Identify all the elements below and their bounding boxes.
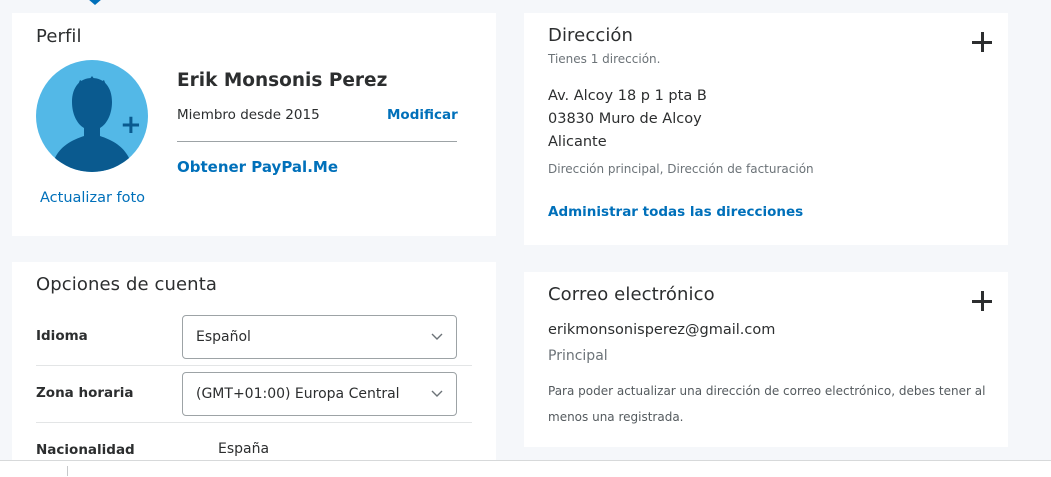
active-tab-caret <box>88 0 102 5</box>
timezone-value: (GMT+01:00) Europa Central <box>196 386 400 402</box>
manage-addresses-link[interactable]: Administrar todas las direcciones <box>548 204 803 220</box>
chevron-down-icon <box>431 333 443 340</box>
language-select[interactable]: Español <box>182 315 457 359</box>
member-since: Miembro desde 2015 <box>177 107 320 123</box>
account-options-title: Opciones de cuenta <box>36 274 217 295</box>
timezone-select[interactable]: (GMT+01:00) Europa Central <box>182 372 457 416</box>
address-tags: Dirección principal, Dirección de factur… <box>548 162 814 176</box>
nationality-value: España <box>218 441 270 457</box>
chevron-down-icon <box>431 390 443 397</box>
address-title: Dirección <box>548 25 634 46</box>
avatar[interactable]: + <box>36 60 148 172</box>
address-count: Tienes 1 dirección. <box>548 52 661 66</box>
timezone-label: Zona horaria <box>36 385 134 401</box>
footer-bar <box>0 460 1051 477</box>
email-card: Correo electrónico erikmonsonisperez@gma… <box>524 272 1008 447</box>
update-photo-link[interactable]: Actualizar foto <box>40 190 145 206</box>
profile-title: Perfil <box>36 26 82 47</box>
profile-name: Erik Monsonis Perez <box>177 70 388 91</box>
email-title: Correo electrónico <box>548 284 715 305</box>
add-email-icon[interactable] <box>972 291 992 311</box>
modify-name-link[interactable]: Modificar <box>387 107 458 123</box>
address-line: Av. Alcoy 18 p 1 pta B <box>548 88 707 104</box>
profile-card: Perfil + Actualizar foto Erik Monsonis P… <box>12 13 496 236</box>
address-line: Alicante <box>548 134 607 150</box>
language-label: Idioma <box>36 328 88 344</box>
divider <box>177 141 457 142</box>
account-options-card: Opciones de cuenta Idioma Español Zona h… <box>12 262 496 477</box>
email-address: erikmonsonisperez@gmail.com <box>548 322 776 338</box>
add-photo-icon: + <box>120 110 142 140</box>
divider <box>67 466 68 476</box>
divider <box>36 365 472 366</box>
add-address-icon[interactable] <box>972 32 992 52</box>
address-card: Dirección Tienes 1 dirección. Av. Alcoy … <box>524 13 1008 245</box>
language-value: Español <box>196 329 251 345</box>
nationality-label: Nacionalidad <box>36 442 135 458</box>
address-line: 03830 Muro de Alcoy <box>548 111 702 127</box>
get-paypalme-link[interactable]: Obtener PayPal.Me <box>177 158 338 176</box>
email-note: Para poder actualizar una dirección de c… <box>548 384 986 424</box>
email-status: Principal <box>548 348 608 364</box>
divider <box>36 422 472 423</box>
